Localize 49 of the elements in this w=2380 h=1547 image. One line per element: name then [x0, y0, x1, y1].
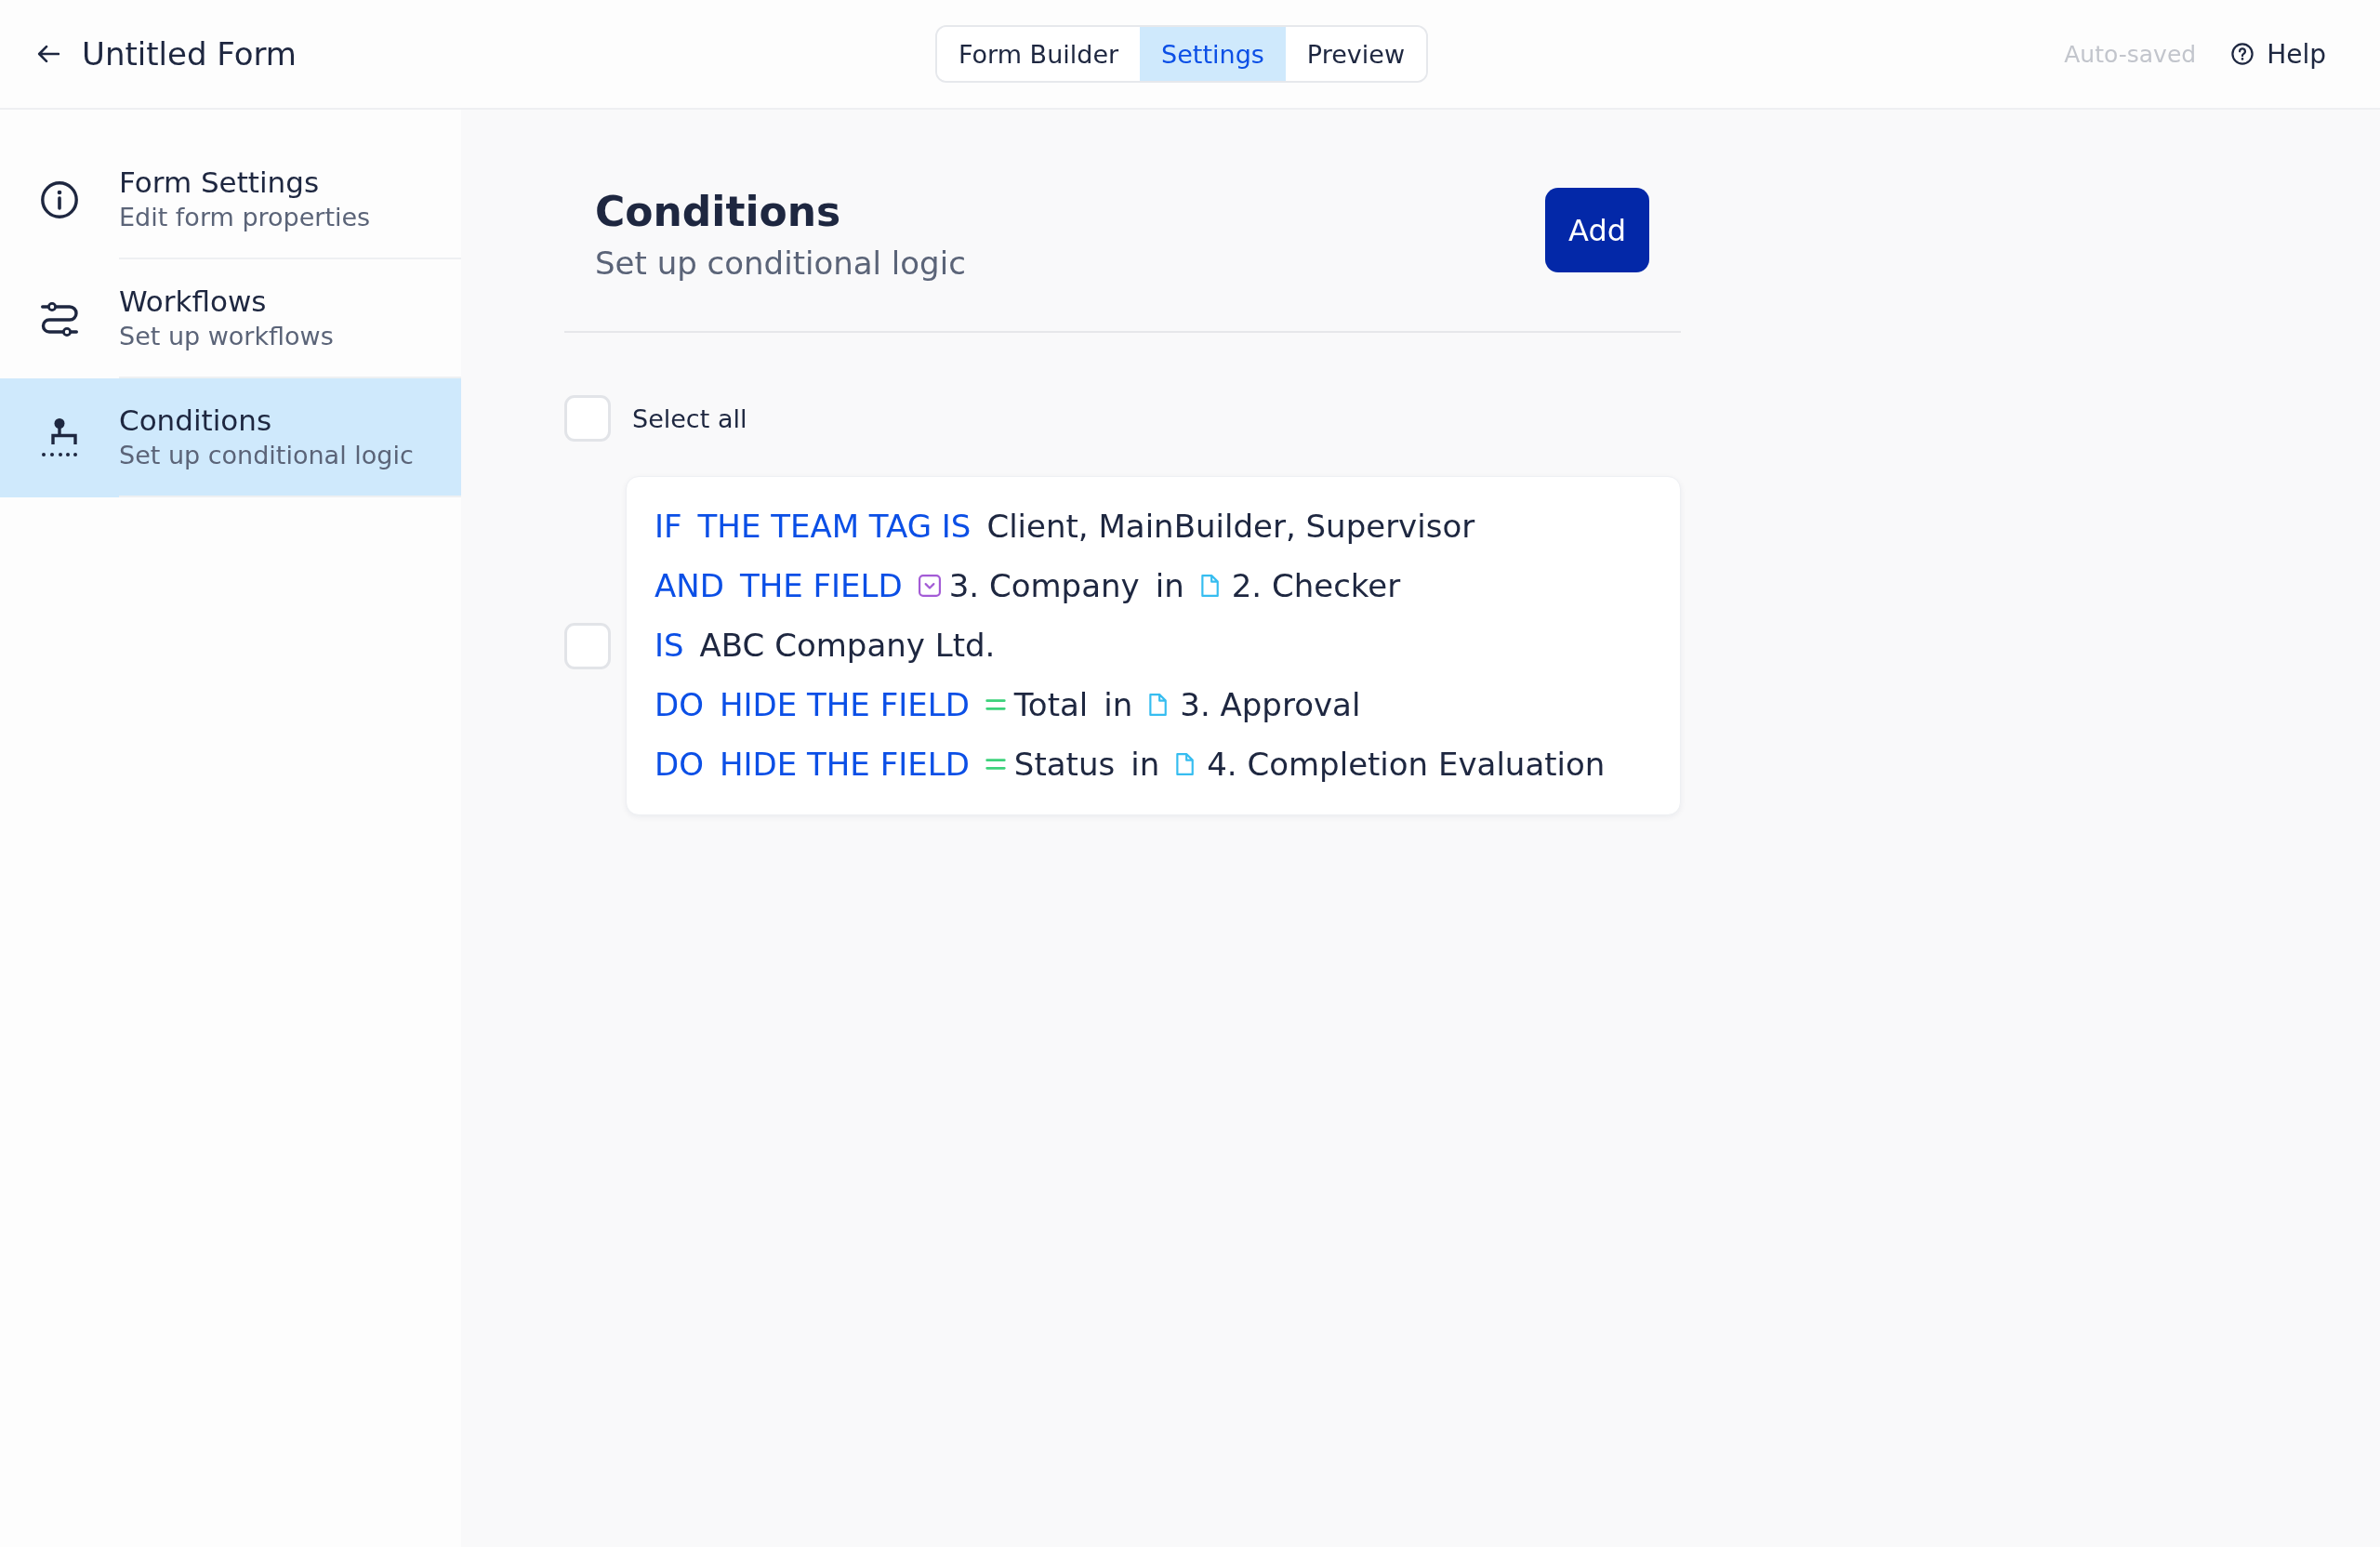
connector-text: in: [1155, 567, 1184, 604]
page-title: Conditions: [595, 187, 842, 237]
back-arrow-icon[interactable]: [37, 45, 60, 63]
select-all-label: Select all: [632, 403, 747, 433]
form-title: Untitled Form: [82, 35, 297, 73]
sidebar-item[interactable]: Form Settings Edit form properties: [0, 140, 461, 259]
sidebar-item-description: Set up conditional logic: [119, 440, 415, 471]
field-name: Total: [1013, 686, 1089, 723]
sidebar-item-description: Edit form properties: [119, 202, 372, 233]
text-lines-icon: [985, 699, 1006, 710]
workflow-icon: [41, 301, 78, 337]
page-name: 4. Completion Evaluation: [1207, 746, 1606, 783]
condition-value: ABC Company Ltd.: [699, 627, 996, 664]
page-name: 3. Approval: [1180, 686, 1361, 723]
condition-keyword: IF: [654, 508, 682, 545]
checkbox[interactable]: [564, 622, 611, 669]
condition-keyword: IS: [654, 627, 684, 664]
connector-text: in: [1130, 746, 1160, 783]
connector-text: in: [1104, 686, 1133, 723]
condition-keyword: AND: [654, 567, 724, 604]
condition-keyword: THE FIELD: [739, 567, 903, 604]
document-icon: [1199, 575, 1219, 597]
dropdown-field-icon: [918, 575, 941, 597]
help-icon: [2231, 43, 2254, 65]
page-subtitle: Set up conditional logic: [595, 244, 966, 284]
condition-value: Client, MainBuilder, Supervisor: [986, 508, 1475, 545]
condition-keyword: DO: [654, 746, 704, 783]
add-button[interactable]: Add: [1545, 188, 1649, 272]
sidebar-item-description: Set up workflows: [119, 321, 335, 352]
condition-keyword: THE TEAM TAG IS: [697, 508, 972, 545]
page-name: 2. Checker: [1231, 567, 1401, 604]
text-lines-icon: [985, 759, 1006, 770]
sidebar-item-title: Workflows: [119, 284, 268, 320]
document-icon: [1148, 694, 1168, 716]
info-icon: [41, 181, 78, 218]
tab[interactable]: Settings: [1140, 27, 1286, 81]
sidebar-item-title: Form Settings: [119, 165, 321, 201]
autosave-status: Auto-saved: [2064, 40, 2197, 68]
sidebar-item[interactable]: Conditions Set up conditional logic: [0, 378, 461, 497]
field-name: Status: [1013, 746, 1116, 783]
branch-icon: [41, 418, 78, 457]
sidebar-item-title: Conditions: [119, 403, 273, 439]
field-name: 3. Company: [948, 567, 1140, 604]
checkbox[interactable]: [564, 395, 611, 442]
document-icon: [1175, 753, 1195, 775]
condition-keyword: HIDE THE FIELD: [719, 746, 970, 783]
condition-keyword: DO: [654, 686, 704, 723]
condition-keyword: HIDE THE FIELD: [719, 686, 970, 723]
help-button[interactable]: Help: [2231, 38, 2326, 70]
